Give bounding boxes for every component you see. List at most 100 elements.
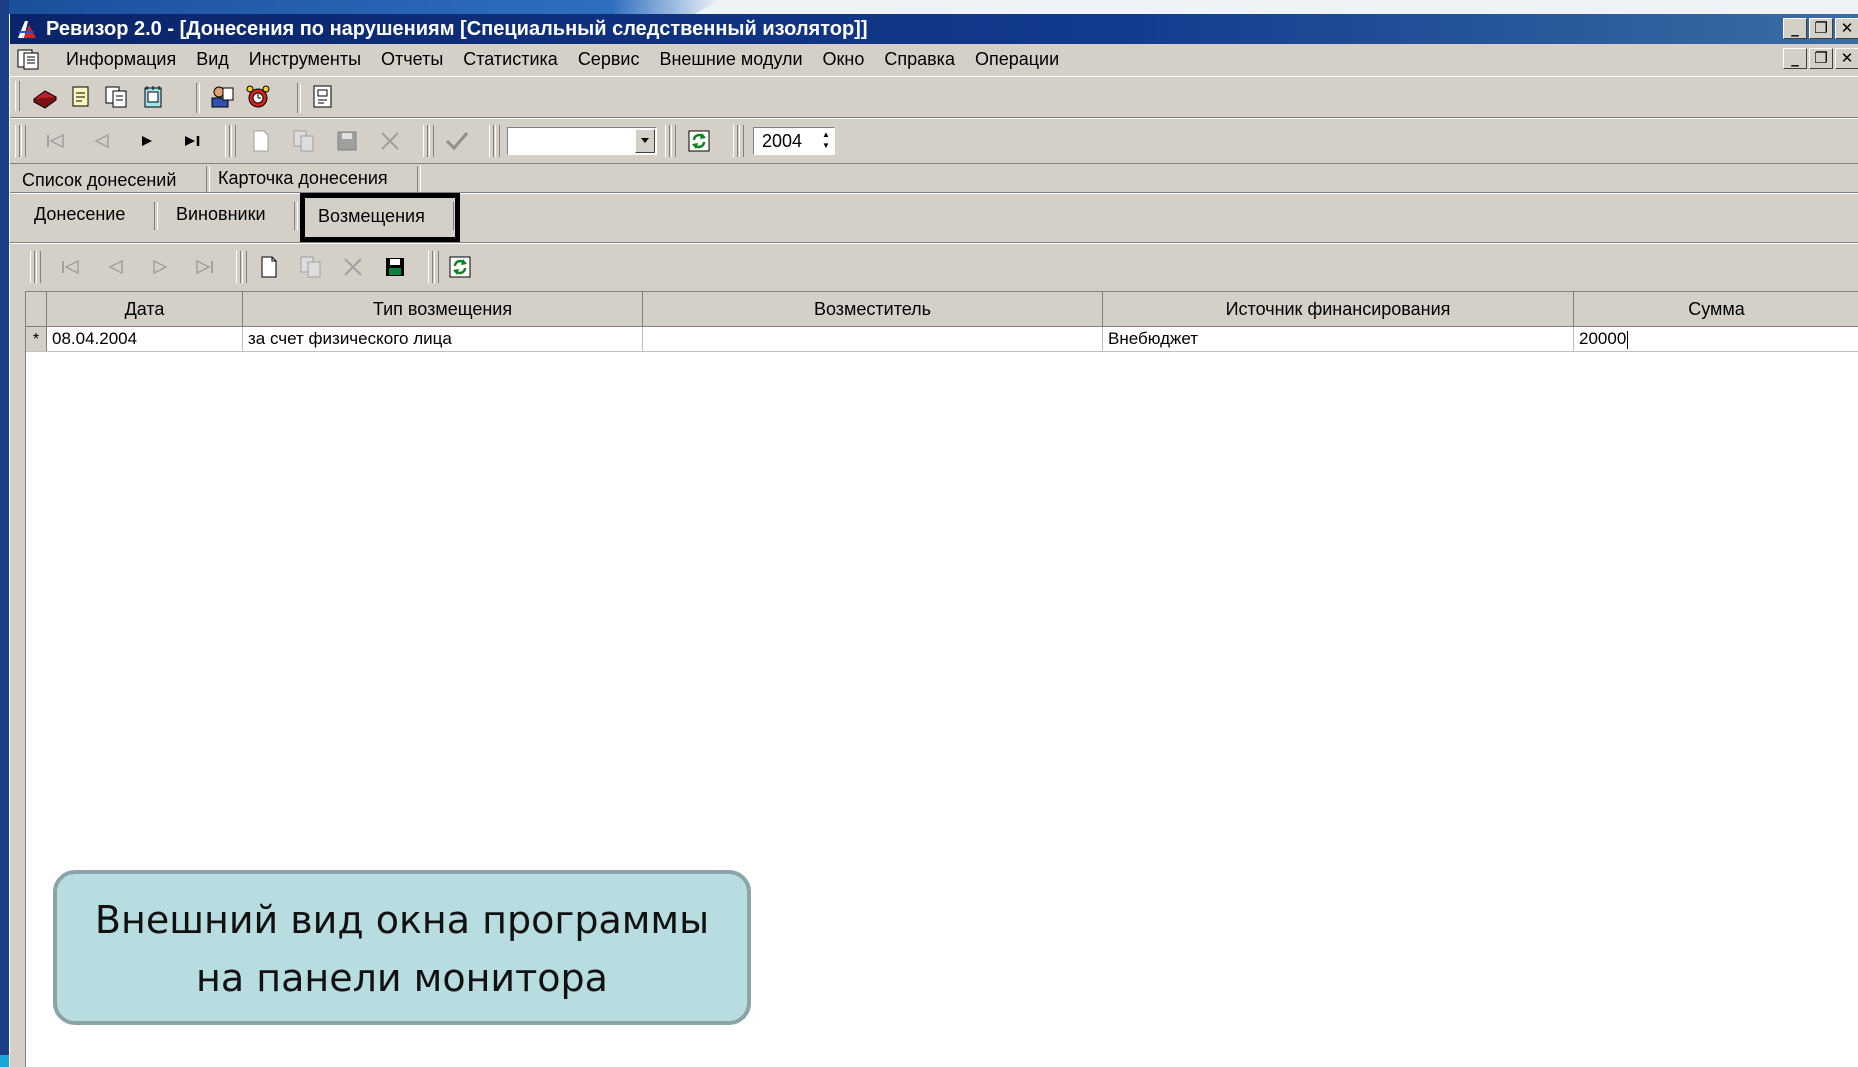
col-header-date[interactable]: Дата <box>47 292 243 326</box>
col-header-payer[interactable]: Возместитель <box>643 292 1103 326</box>
cell-type[interactable]: за счет физического лица <box>243 327 643 351</box>
toolbar-grip[interactable] <box>429 125 434 157</box>
toolbar-grip[interactable] <box>15 81 20 111</box>
grid-first-record-icon[interactable] <box>56 252 86 282</box>
next-record-icon[interactable] <box>132 126 162 156</box>
toolbar-grip[interactable] <box>225 125 230 157</box>
navigation-toolbar: 2004 ▲ ▼ <box>10 118 1858 164</box>
toolbar-separator <box>297 83 301 113</box>
minimize-button[interactable]: _ <box>1783 18 1807 39</box>
menu-operations[interactable]: Операции <box>965 44 1069 74</box>
tab-report[interactable]: Донесение <box>34 200 125 228</box>
cell-sum: 20000 <box>1579 329 1627 348</box>
tab-separator <box>206 166 210 192</box>
grid-toolbar <box>25 245 1858 289</box>
menu-info[interactable]: Информация <box>56 44 186 74</box>
document-system-icon[interactable] <box>16 48 42 70</box>
checkmark-icon[interactable] <box>442 126 472 156</box>
cell-source[interactable]: Внебюджет <box>1103 327 1574 351</box>
toolbar-grip[interactable] <box>428 251 433 283</box>
toolbar-grip[interactable] <box>671 125 676 157</box>
tab-report-card[interactable]: Карточка донесения <box>218 164 388 192</box>
menu-external-modules[interactable]: Внешние модули <box>649 44 812 74</box>
users-icon[interactable] <box>207 82 237 112</box>
grid-new-record-icon[interactable] <box>254 252 284 282</box>
tab-divider <box>10 242 1858 244</box>
tab-report-list[interactable]: Список донесений <box>22 166 176 194</box>
close-button[interactable]: ✕ <box>1835 18 1858 39</box>
menu-tools[interactable]: Инструменты <box>239 44 371 74</box>
grid-save-icon[interactable] <box>380 252 410 282</box>
filter-combobox[interactable] <box>507 127 657 155</box>
delete-icon[interactable] <box>375 126 405 156</box>
new-record-icon[interactable] <box>246 126 276 156</box>
restore-button[interactable]: ❐ <box>1809 18 1833 39</box>
table-row[interactable]: * 08.04.2004 за счет физического лица Вн… <box>26 327 1858 352</box>
document-icon[interactable] <box>66 82 96 112</box>
alarm-clock-icon[interactable] <box>243 82 273 112</box>
toolbar-grip[interactable] <box>733 125 738 157</box>
toolbar-grip[interactable] <box>36 251 41 283</box>
year-spinner[interactable]: 2004 ▲ ▼ <box>753 127 835 155</box>
menu-service[interactable]: Сервис <box>568 44 650 74</box>
toolbar-grip[interactable] <box>423 125 428 157</box>
toolbar-grip[interactable] <box>30 251 35 283</box>
toolbar-grip[interactable] <box>21 125 26 157</box>
menu-reports[interactable]: Отчеты <box>371 44 453 74</box>
toolbar-grip[interactable] <box>231 125 236 157</box>
toolbar-grip[interactable] <box>739 125 744 157</box>
grid-next-record-icon[interactable] <box>145 252 175 282</box>
title-bar[interactable]: Ревизор 2.0 - [Донесения по нарушениям [… <box>10 14 1858 44</box>
tab-culprits[interactable]: Виновники <box>176 200 266 228</box>
app-logo-icon <box>18 21 36 38</box>
menu-view[interactable]: Вид <box>186 44 239 74</box>
col-header-type[interactable]: Тип возмещения <box>243 292 643 326</box>
caption-callout: Внешний вид окна программы на панели мон… <box>53 870 751 1025</box>
text-caret <box>1627 330 1629 349</box>
spinner-arrows-icon[interactable]: ▲ ▼ <box>819 129 833 153</box>
refresh-icon[interactable] <box>684 126 714 156</box>
toolbar-grip[interactable] <box>495 125 500 157</box>
toolbar-grip[interactable] <box>242 251 247 283</box>
copy-documents-icon[interactable] <box>102 82 132 112</box>
col-header-source[interactable]: Источник финансирования <box>1103 292 1574 326</box>
open-icon[interactable] <box>30 82 60 112</box>
mdi-minimize-button[interactable]: _ <box>1783 48 1807 69</box>
tab-separator <box>154 202 158 230</box>
report-icon[interactable] <box>308 82 338 112</box>
toolbar-separator <box>196 83 200 113</box>
grid-header-indicator <box>26 292 47 326</box>
cell-sum-editor[interactable]: 20000 <box>1574 327 1858 351</box>
first-record-icon[interactable] <box>41 126 71 156</box>
cell-payer[interactable] <box>643 327 1103 351</box>
menu-window[interactable]: Окно <box>813 44 875 74</box>
toolbar-grip[interactable] <box>236 251 241 283</box>
grid-refresh-icon[interactable] <box>445 252 475 282</box>
prev-record-icon[interactable] <box>87 126 117 156</box>
tab-separator <box>294 202 298 230</box>
toolbar-grip[interactable] <box>665 125 670 157</box>
grid-delete-icon[interactable] <box>338 252 368 282</box>
slide-left-strip <box>0 0 9 1067</box>
main-toolbar <box>10 76 1858 118</box>
highlight-frame <box>300 193 460 242</box>
toolbar-grip[interactable] <box>489 125 494 157</box>
toolbar-grip[interactable] <box>434 251 439 283</box>
grid-copy-record-icon[interactable] <box>296 252 326 282</box>
toolbar-grip[interactable] <box>15 125 20 157</box>
menu-help[interactable]: Справка <box>874 44 965 74</box>
grid-last-record-icon[interactable] <box>189 252 219 282</box>
mdi-close-button[interactable]: ✕ <box>1835 48 1858 69</box>
grid-prev-record-icon[interactable] <box>101 252 131 282</box>
last-record-icon[interactable] <box>177 126 207 156</box>
notebook-icon[interactable] <box>138 82 168 112</box>
save-icon[interactable] <box>332 126 362 156</box>
cell-date[interactable]: 08.04.2004 <box>47 327 243 351</box>
menu-statistics[interactable]: Статистика <box>453 44 568 74</box>
col-header-sum[interactable]: Сумма <box>1574 292 1858 326</box>
row-indicator[interactable]: * <box>26 327 47 351</box>
chevron-down-icon[interactable] <box>635 129 655 153</box>
mdi-restore-button[interactable]: ❐ <box>1809 48 1833 69</box>
copy-record-icon[interactable] <box>289 126 319 156</box>
slide: Ревизор 2.0 - [Донесения по нарушениям [… <box>0 0 1858 1067</box>
